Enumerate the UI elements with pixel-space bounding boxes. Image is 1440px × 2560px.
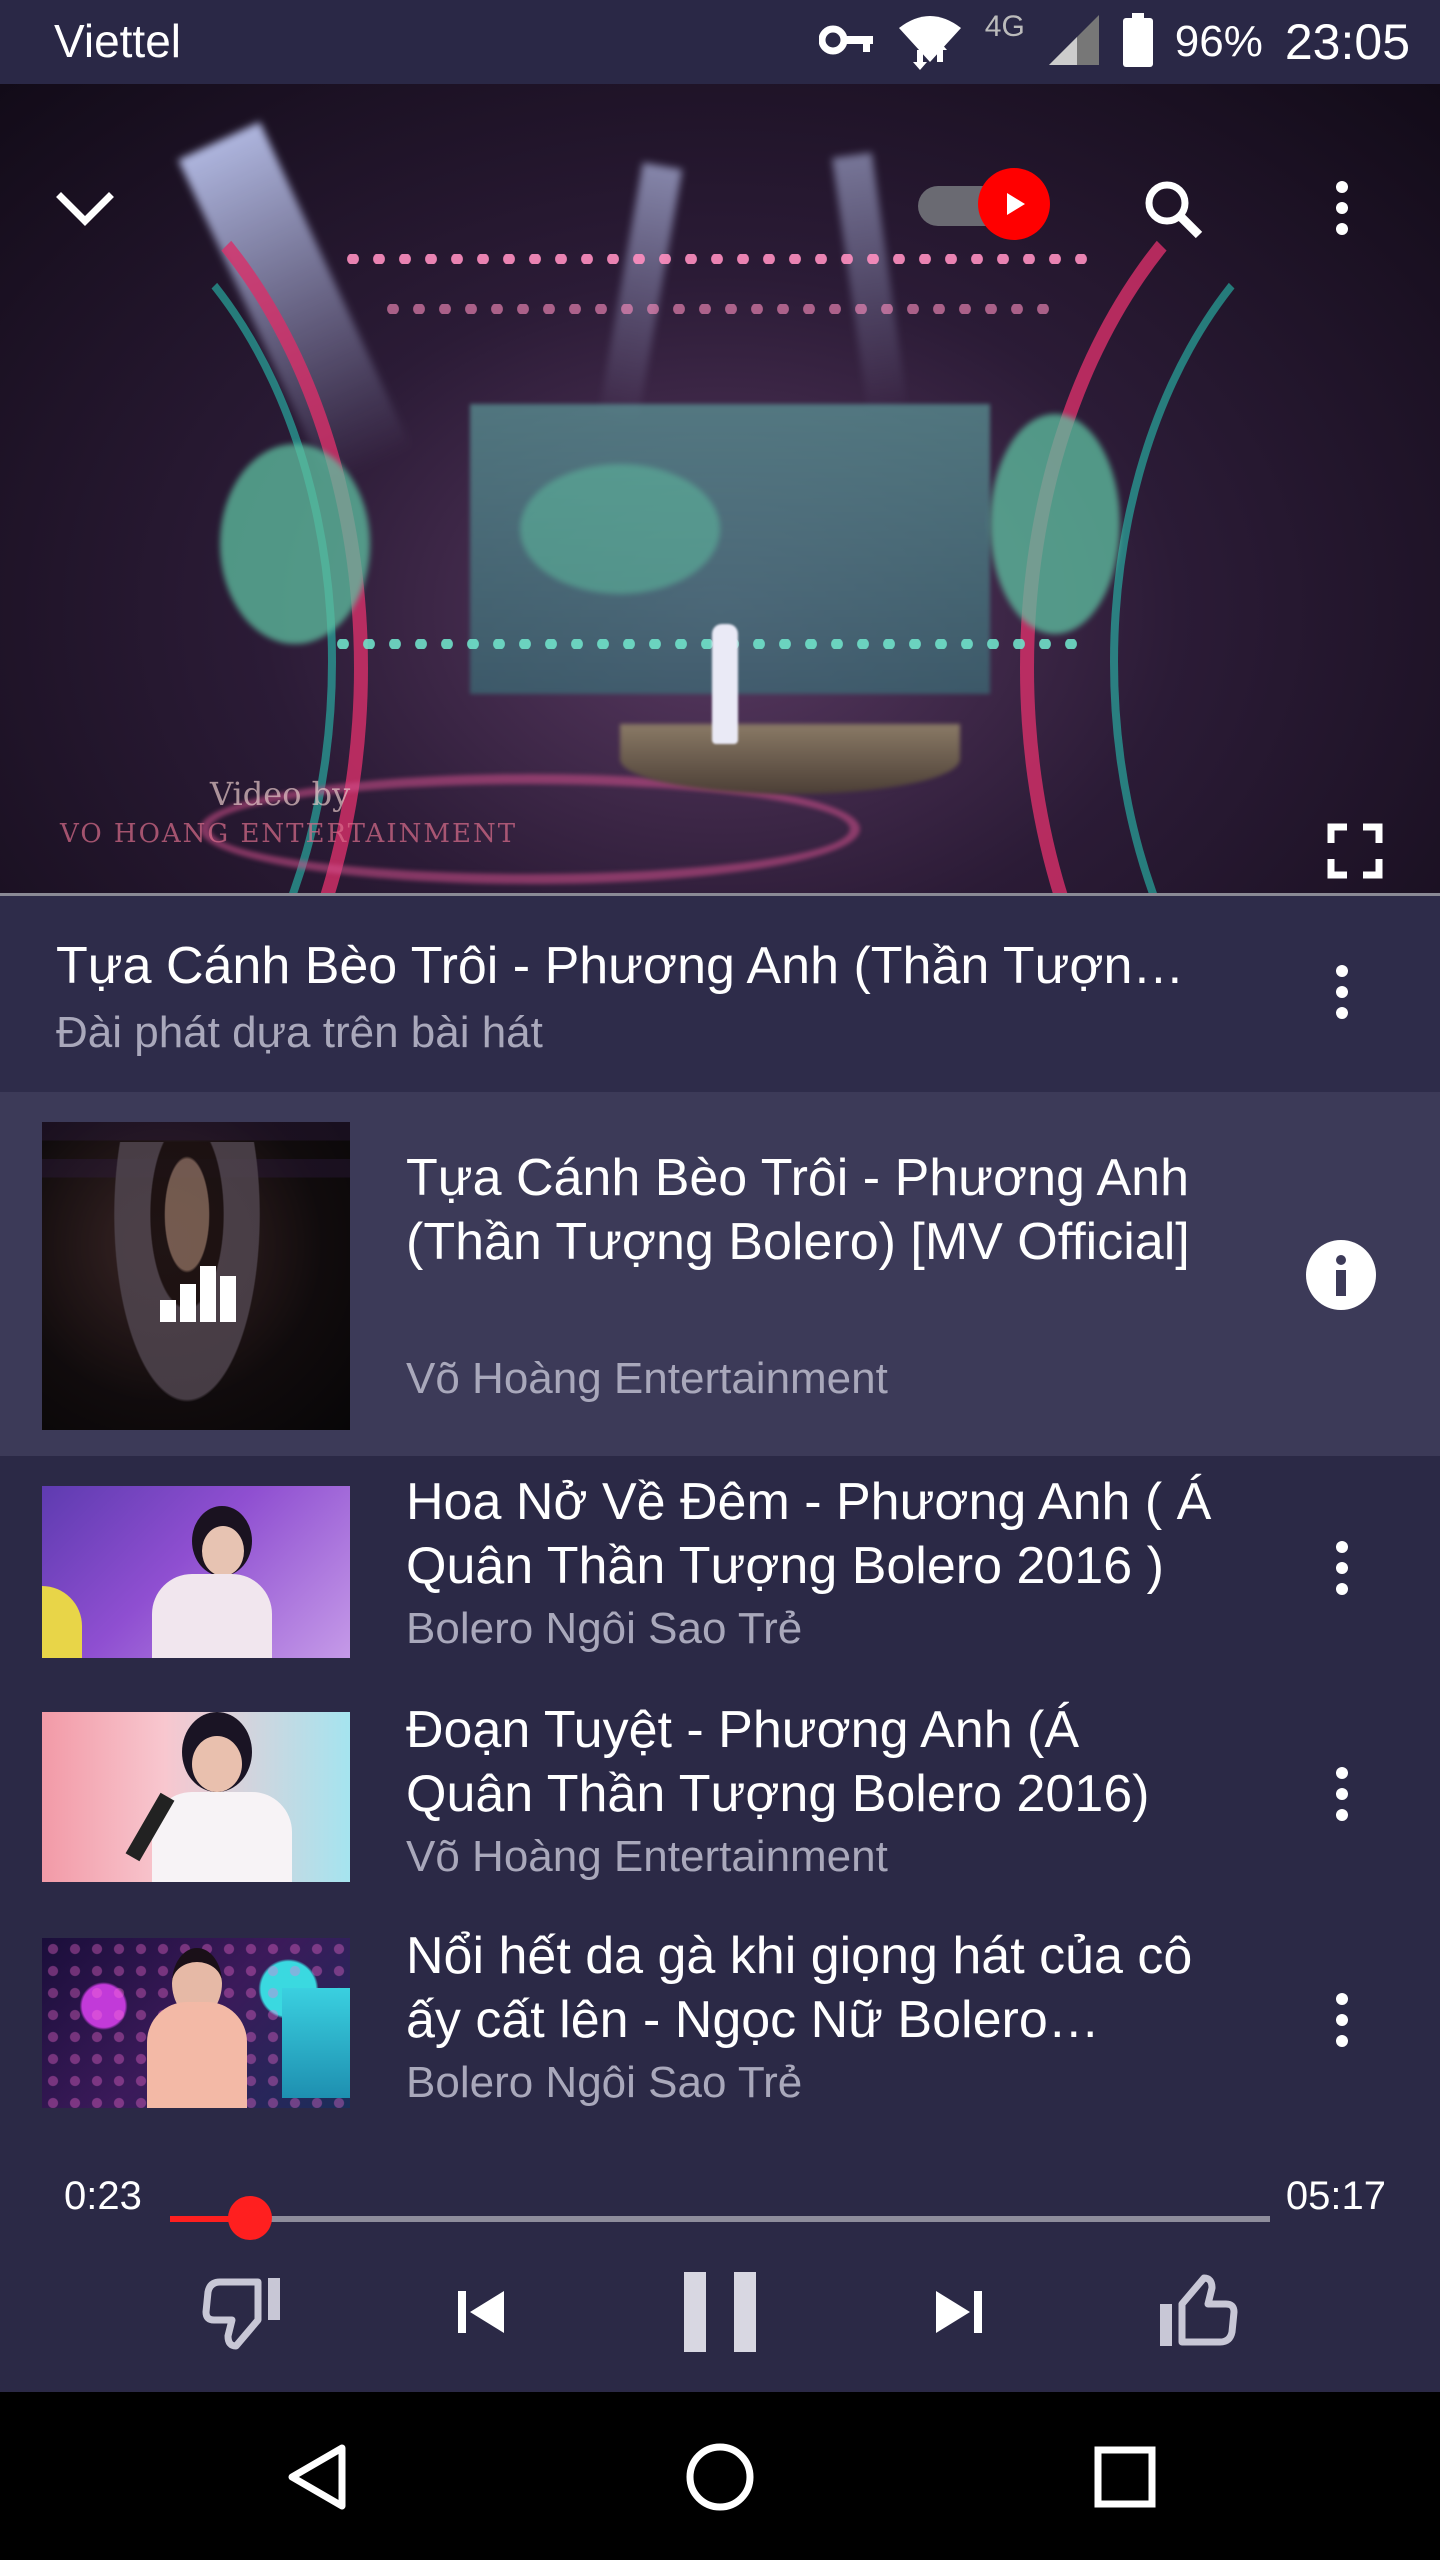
youtube-play-icon <box>978 168 1050 240</box>
queue-item-title: Đoạn Tuyệt - Phương Anh (Á Quân Thần Tượ… <box>406 1701 1150 1823</box>
stage-light <box>832 152 908 416</box>
home-icon[interactable] <box>665 2422 775 2532</box>
now-playing-header: Tựa Cánh Bèo Trôi - Phương Anh (Thần Tượ… <box>0 896 1440 1092</box>
stage-decor <box>990 414 1120 634</box>
system-nav-bar <box>0 2392 1440 2560</box>
thumbs-down-icon[interactable] <box>184 2252 304 2372</box>
pause-icon[interactable] <box>660 2252 780 2372</box>
status-bar: Viettel 4G 96% 23:05 <box>0 0 1440 84</box>
duration: 05:17 <box>1285 2174 1386 2218</box>
more-vert-icon[interactable] <box>1312 1980 1372 2060</box>
video-watermark: Video by VO HOANG ENTERTAINMENT <box>60 774 517 854</box>
queue-item-title: Tựa Cánh Bèo Trôi - Phương Anh (Thần Tượ… <box>406 1149 1190 1271</box>
status-icons: 4G 96% 23:05 <box>818 10 1410 75</box>
queue-item-channel: Võ Hoàng Entertainment <box>406 1832 888 1881</box>
fullscreen-icon[interactable] <box>1310 806 1400 894</box>
queue-item[interactable]: Đoạn Tuyệt - Phương Anh (Á Quân Thần Tượ… <box>0 1684 1440 1910</box>
up-next-queue: Tựa Cánh Bèo Trôi - Phương Anh (Thần Tượ… <box>0 1092 1440 2132</box>
queue-item-channel: Võ Hoàng Entertainment <box>406 1354 888 1403</box>
clock: 23:05 <box>1284 14 1410 70</box>
stage-lights-row <box>380 304 1060 314</box>
queue-item[interactable]: Nổi hết da gà khi giọng hát của cô ấy cấ… <box>0 1910 1440 2132</box>
more-vert-icon[interactable] <box>1312 952 1372 1032</box>
now-playing-subtitle: Đài phát dựa trên bài hát <box>56 1008 543 1057</box>
queue-item-active[interactable]: Tựa Cánh Bèo Trôi - Phương Anh (Thần Tượ… <box>0 1092 1440 1456</box>
stage-decor <box>220 444 370 644</box>
video-thumbnail <box>42 1486 350 1658</box>
carrier-name: Viettel <box>54 15 182 67</box>
skip-previous-icon[interactable] <box>422 2252 542 2372</box>
seek-bar[interactable] <box>170 2192 1270 2252</box>
more-vert-icon[interactable] <box>1312 1754 1372 1834</box>
more-vert-icon[interactable] <box>1312 168 1372 248</box>
stage-lights-row <box>340 254 1100 264</box>
queue-item-channel: Bolero Ngôi Sao Trẻ <box>406 1604 803 1653</box>
video-thumbnail <box>42 1712 350 1882</box>
queue-item-channel: Bolero Ngôi Sao Trẻ <box>406 2058 803 2107</box>
player-controls: 0:23 05:17 <box>0 2132 1440 2392</box>
recents-icon[interactable] <box>1070 2422 1180 2532</box>
chevron-down-icon[interactable] <box>40 164 130 254</box>
now-playing-equalizer-icon <box>160 1266 236 1327</box>
singer-figure <box>712 624 738 744</box>
back-icon[interactable] <box>262 2422 372 2532</box>
video-player[interactable]: Video by VO HOANG ENTERTAINMENT <box>0 84 1440 894</box>
stage-lights-row <box>330 639 1080 649</box>
stage-light <box>597 162 683 426</box>
youtube-autoplay-toggle[interactable] <box>918 168 1054 240</box>
queue-item-title: Hoa Nở Về Đêm - Phương Anh ( Á Quân Thần… <box>406 1473 1212 1595</box>
thumbs-up-icon[interactable] <box>1136 2252 1256 2372</box>
battery-percent: 96% <box>1174 17 1263 66</box>
now-playing-title: Tựa Cánh Bèo Trôi - Phương Anh (Thần Tượ… <box>56 937 1206 995</box>
stage-decor <box>520 464 720 594</box>
battery-icon <box>1122 12 1153 72</box>
stage-boat <box>620 724 960 794</box>
queue-item-title: Nổi hết da gà khi giọng hát của cô ấy cấ… <box>406 1927 1193 2049</box>
video-thumbnail <box>42 1938 350 2108</box>
search-icon[interactable] <box>1128 164 1218 254</box>
queue-item[interactable]: Hoa Nở Về Đêm - Phương Anh ( Á Quân Thần… <box>0 1456 1440 1684</box>
vpn-key-icon <box>818 22 875 63</box>
wifi-icon <box>897 10 963 75</box>
network-type: 4G <box>984 10 1025 43</box>
video-thumbnail <box>42 1122 350 1430</box>
more-vert-icon[interactable] <box>1312 1528 1372 1608</box>
current-time: 0:23 <box>64 2174 142 2218</box>
skip-next-icon[interactable] <box>898 2252 1018 2372</box>
watermark-line2: VO HOANG ENTERTAINMENT <box>60 819 518 849</box>
info-icon[interactable] <box>1306 1240 1376 1315</box>
seek-thumb[interactable] <box>228 2196 273 2240</box>
seek-track <box>170 2216 1270 2222</box>
signal-icon <box>1047 13 1101 72</box>
watermark-line1: Video by <box>210 775 351 813</box>
